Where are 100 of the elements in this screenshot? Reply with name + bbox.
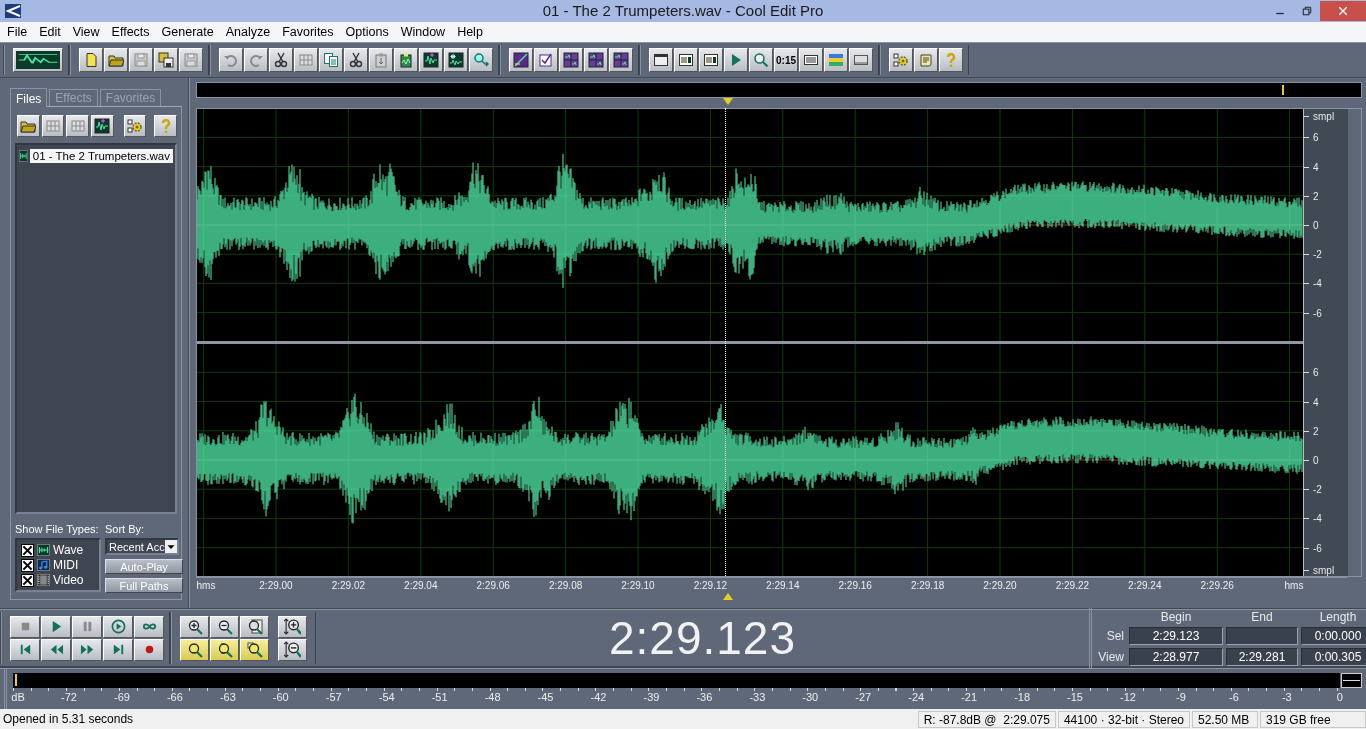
axis-label: 0 (1336, 691, 1343, 703)
zoom-out-icon (216, 618, 233, 635)
axis-label: 2:29.00 (259, 580, 293, 591)
toolbar-button[interactable] (244, 48, 268, 72)
transport-button[interactable] (72, 615, 102, 638)
toolbar-button[interactable] (123, 115, 147, 137)
grid-icon (69, 118, 86, 134)
play-circle-icon (110, 619, 126, 634)
toolbar-button[interactable] (849, 48, 873, 72)
toolbar-button[interactable] (41, 115, 65, 137)
magnifier-icon (246, 618, 263, 635)
toolbar-button[interactable] (344, 48, 368, 72)
checkbox[interactable] (21, 573, 34, 587)
toolbar-button[interactable] (104, 48, 128, 72)
toolbar-button[interactable] (584, 48, 608, 72)
axis-label: -6 (1313, 542, 1322, 554)
toolbar-button[interactable] (559, 48, 583, 72)
menu-item[interactable]: Generate (155, 23, 220, 41)
toolbar-button[interactable] (749, 48, 773, 72)
menu-item[interactable]: Options (339, 23, 395, 41)
toolbar-button[interactable] (509, 48, 533, 72)
sort-dropdown[interactable]: Recent Acc (105, 538, 179, 555)
toolbar-button[interactable] (129, 48, 153, 72)
zoom-button[interactable] (278, 615, 307, 638)
checkbox[interactable] (21, 543, 34, 557)
transport-button[interactable] (72, 638, 102, 661)
zoom-button[interactable] (240, 638, 269, 661)
zoom-button[interactable] (180, 638, 209, 661)
time-field[interactable]: 2:28.977 (1129, 648, 1223, 666)
magnifier-icon (473, 52, 489, 68)
toolbar-button[interactable] (649, 48, 673, 72)
tab[interactable]: Files (10, 88, 48, 107)
menu-item[interactable]: File (1, 23, 34, 41)
toolbar-button[interactable] (219, 48, 243, 72)
toolbar-button[interactable] (154, 48, 178, 72)
transport-button[interactable] (103, 638, 133, 661)
waveform-display[interactable] (197, 109, 1303, 576)
toolbar-button[interactable] (609, 48, 633, 72)
row-label: View (1098, 650, 1125, 664)
transport-button[interactable] (103, 615, 133, 638)
view-toggle-button[interactable] (13, 48, 63, 72)
transport-button[interactable] (10, 638, 40, 661)
toolbar-button[interactable] (939, 48, 963, 72)
transport-button[interactable] (10, 615, 40, 638)
file-list-entry[interactable]: 01 - The 2 Trumpeters.wav (29, 149, 173, 163)
toolbar-button[interactable] (724, 48, 748, 72)
status-field: 52.50 MB (1192, 710, 1258, 728)
toolbar-button[interactable] (17, 115, 40, 137)
toolbar-button[interactable] (699, 48, 723, 72)
toolbar-button[interactable] (889, 48, 913, 72)
toolbar-button[interactable] (674, 48, 698, 72)
overview-bar[interactable] (196, 82, 1362, 98)
time-field[interactable]: 0:00.000 (1301, 627, 1366, 645)
axis-label: 6 (1313, 366, 1319, 378)
checkbox[interactable] (21, 558, 34, 572)
axis-label: -42 (590, 691, 607, 703)
toolbar-button[interactable] (419, 48, 443, 72)
gear-icon (893, 52, 909, 68)
window-title: 01 - The 2 Trumpeters.wav - Cool Edit Pro (542, 2, 824, 19)
toolbar-button[interactable] (91, 115, 114, 137)
toolbar-button[interactable] (394, 48, 418, 72)
menu-item[interactable]: Help (451, 23, 489, 41)
time-field[interactable]: 2:29.123 (1129, 627, 1223, 645)
toolbar-button[interactable] (469, 48, 493, 72)
menu-item[interactable]: Analyze (219, 23, 277, 41)
toolbar-button[interactable] (799, 48, 823, 72)
toolbar-button[interactable] (319, 48, 343, 72)
zoom-button[interactable] (240, 615, 269, 638)
toolbar-button[interactable] (294, 48, 318, 72)
toolbar-button[interactable] (154, 115, 178, 137)
time-field[interactable]: 2:29.281 (1226, 648, 1298, 666)
menu-item[interactable]: Edit (33, 23, 67, 41)
toolbar-button[interactable] (824, 48, 848, 72)
toolbar-button[interactable] (269, 48, 293, 72)
transport-button[interactable] (134, 638, 164, 661)
waveform-icon (19, 150, 28, 162)
time-field[interactable] (1226, 627, 1298, 645)
toolbar-button[interactable] (444, 48, 468, 72)
toolbar-button[interactable] (534, 48, 558, 72)
menu-item[interactable]: Window (394, 23, 452, 41)
zoom-button[interactable] (210, 615, 239, 638)
menu-item[interactable]: View (66, 23, 106, 41)
toolbar-button[interactable] (369, 48, 393, 72)
axis-label: -6 (1313, 307, 1322, 319)
axis-label: 2:29.22 (1055, 580, 1090, 591)
toolbar-button[interactable] (914, 48, 938, 72)
undo-icon (223, 52, 239, 68)
toolbar-button[interactable] (66, 115, 89, 137)
transport-button[interactable] (134, 615, 164, 638)
time-field[interactable]: 0:00.305 (1301, 648, 1366, 666)
transport-button[interactable] (41, 638, 71, 661)
toolbar-button[interactable]: 0:15 (774, 48, 798, 72)
zoom-button[interactable] (210, 638, 239, 661)
zoom-button[interactable] (180, 615, 209, 638)
menu-item[interactable]: Effects (105, 23, 156, 41)
transport-button[interactable] (41, 615, 71, 638)
toolbar-button[interactable] (79, 48, 103, 72)
menu-item[interactable]: Favorites (276, 23, 340, 41)
toolbar-button[interactable] (179, 48, 203, 72)
zoom-button[interactable] (278, 638, 307, 661)
